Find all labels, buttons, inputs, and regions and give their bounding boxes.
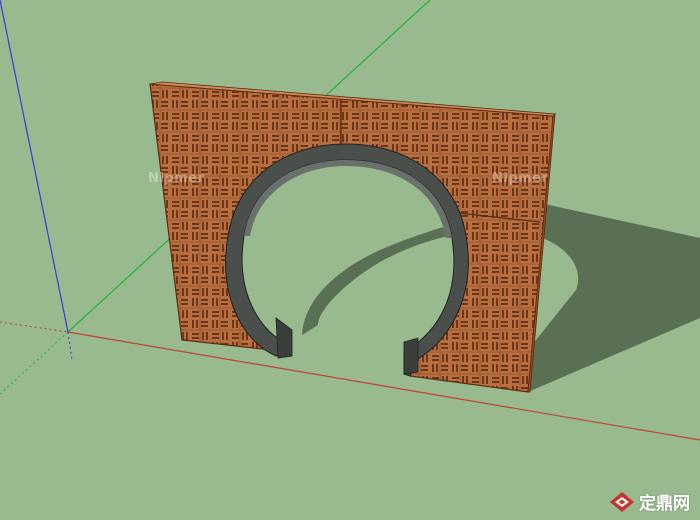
diamond-logo-icon: [610, 491, 634, 512]
moon-gate-frame[interactable]: [225, 143, 469, 377]
watermark-left: Nipmer: [148, 171, 205, 186]
watermark-right: Nipmer: [492, 171, 549, 186]
arch-foot-right: [403, 337, 419, 375]
red-axis-negative: [0, 321, 69, 333]
lattice-wall[interactable]: [149, 81, 556, 393]
blue-axis: [0, 0, 69, 333]
green-axis-negative: [0, 331, 69, 395]
modeling-viewport[interactable]: Nipmer Nipmer 定鼎网: [0, 0, 700, 520]
arch-foot-left: [275, 317, 293, 359]
scene-canvas[interactable]: [0, 0, 700, 520]
brand-watermark: 定鼎网: [609, 489, 690, 514]
wall-panel: [149, 83, 554, 393]
arch-frame-outer: [225, 143, 469, 377]
blue-axis-negative: [67, 331, 73, 361]
brand-text: 定鼎网: [639, 494, 690, 514]
